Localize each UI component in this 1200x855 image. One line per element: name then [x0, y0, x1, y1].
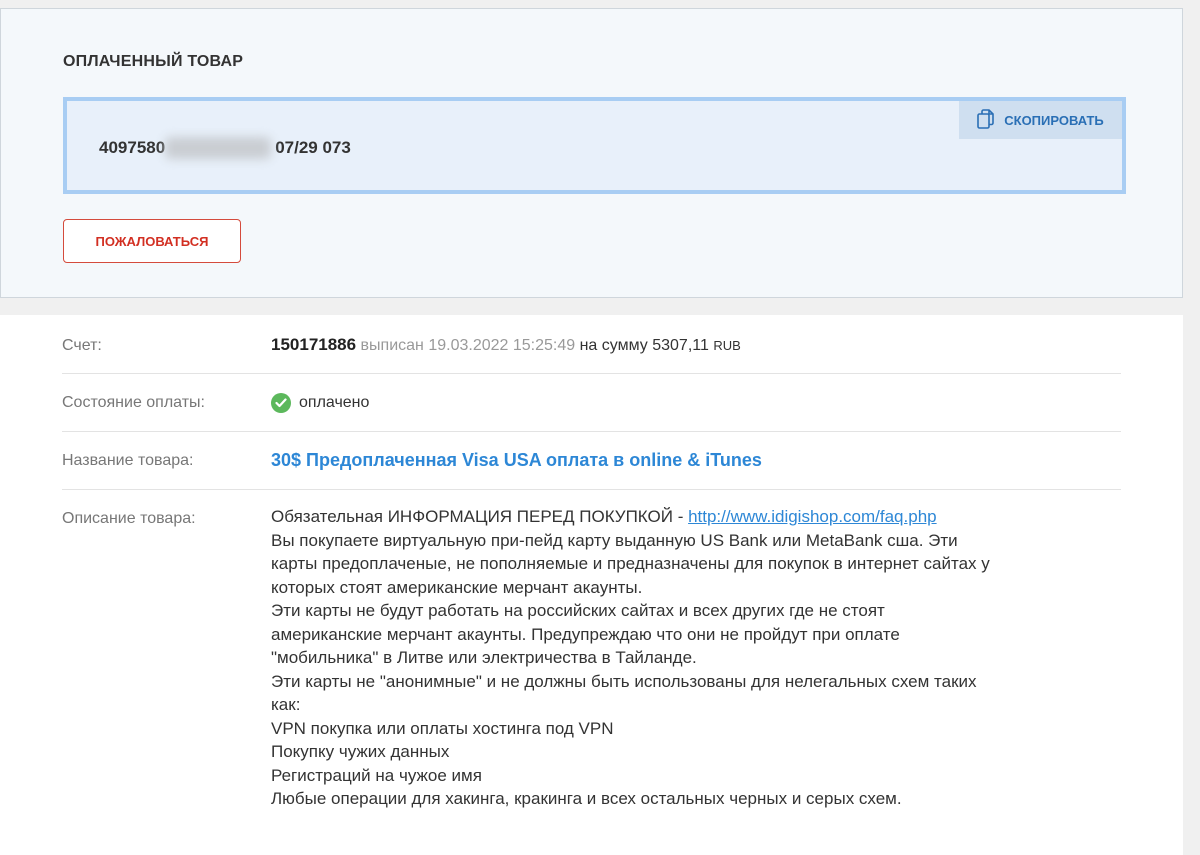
check-circle-icon: [271, 393, 291, 413]
product-name-label: Название товара:: [62, 452, 194, 469]
invoice-issued: выписан 19.03.2022 15:25:49: [360, 337, 576, 354]
description-line: Эти карты не будут работать на российски…: [271, 601, 885, 620]
product-description: Обязательная ИНФОРМАЦИЯ ПЕРЕД ПОКУПКОЙ -…: [271, 505, 1131, 811]
paid-product-panel: ОПЛАЧЕННЫЙ ТОВАР 4097580 07/29 073 СКОПИ…: [0, 8, 1183, 298]
description-line: Покупку чужих данных: [271, 742, 450, 761]
product-value: 4097580 07/29 073: [99, 137, 351, 159]
payment-status-row: Состояние оплаты: оплачено: [62, 374, 1121, 432]
description-intro: Обязательная ИНФОРМАЦИЯ ПЕРЕД ПОКУПКОЙ -: [271, 507, 689, 526]
invoice-amount: на сумму 5307,11: [579, 337, 709, 354]
copy-button-label: СКОПИРОВАТЬ: [1004, 112, 1104, 128]
invoice-number: 150171886: [271, 335, 357, 354]
description-line: как:: [271, 695, 301, 714]
product-value-suffix: 07/29 073: [275, 138, 351, 157]
payment-status-value: оплачено: [271, 393, 369, 413]
product-value-box: 4097580 07/29 073 СКОПИРОВАТЬ: [63, 97, 1126, 194]
description-line: которых стоят американские мерчант акаун…: [271, 577, 643, 597]
description-label: Описание товара:: [62, 510, 196, 527]
description-line: Эти карты не "анонимные" и не должны быт…: [271, 671, 977, 691]
blurred-redaction: [165, 137, 272, 159]
invoice-label: Счет:: [62, 337, 102, 354]
product-name-row: Название товара: 30$ Предоплаченная Visa…: [62, 432, 1121, 490]
invoice-info-panel: Счет: 150171886 выписан 19.03.2022 15:25…: [0, 315, 1183, 855]
description-line: Регистраций на чужое имя: [271, 765, 482, 785]
payment-status-label: Состояние оплаты:: [62, 394, 205, 411]
complain-button[interactable]: ПОЖАЛОВАТЬСЯ: [63, 219, 241, 263]
description-intro-line: Обязательная ИНФОРМАЦИЯ ПЕРЕД ПОКУПКОЙ -…: [271, 505, 1131, 529]
copy-button[interactable]: СКОПИРОВАТЬ: [959, 101, 1122, 139]
payment-status-text: оплачено: [299, 394, 370, 411]
product-value-prefix: 4097580: [99, 138, 166, 157]
invoice-value: 150171886 выписан 19.03.2022 15:25:49 на…: [271, 335, 741, 355]
description-line: Вы покупаете виртуальную при-пейд карту …: [271, 530, 958, 550]
paid-product-title: ОПЛАЧЕННЫЙ ТОВАР: [63, 53, 244, 70]
faq-link[interactable]: http://www.idigishop.com/faq.php: [688, 507, 937, 526]
invoice-currency: RUB: [713, 338, 741, 353]
description-line: VPN покупка или оплаты хостинга под VPN: [271, 718, 614, 738]
product-name-link[interactable]: 30$ Предоплаченная Visa USA оплата в onl…: [271, 450, 762, 471]
description-line: американские мерчант акаунты. Предупрежд…: [271, 624, 900, 644]
invoice-row: Счет: 150171886 выписан 19.03.2022 15:25…: [62, 315, 1121, 374]
description-line: "мобильника" в Литве или электричества в…: [271, 648, 697, 667]
description-line: карты предоплаченые, не пополняемые и пр…: [271, 554, 990, 573]
description-line: Любые операции для хакинга, кракинга и в…: [271, 789, 902, 808]
copy-icon: [977, 108, 995, 132]
